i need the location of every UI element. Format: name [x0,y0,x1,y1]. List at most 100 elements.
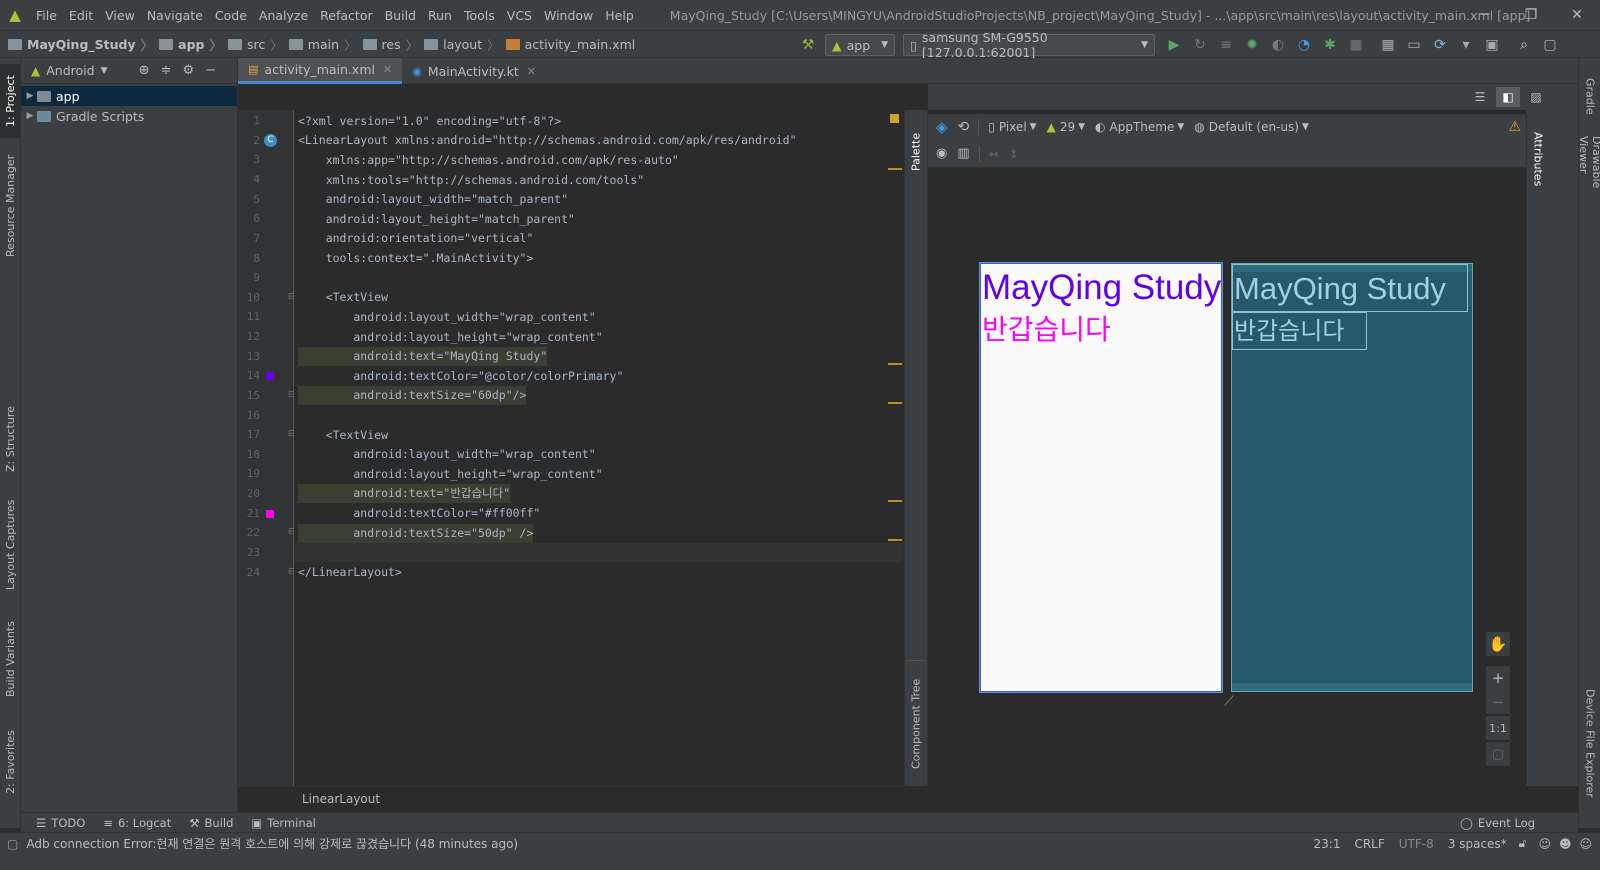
warning-marker[interactable] [888,402,902,404]
code-editor[interactable]: <?xml version="1.0" encoding="utf-8"?> <… [294,110,904,786]
apply-code-changes-icon[interactable]: ≡ [1213,32,1239,58]
warning-marker[interactable] [888,363,902,365]
lock-icon[interactable]: 🔓︎ [1519,836,1527,851]
tool-tab-terminal[interactable]: ▣ Terminal [242,816,324,830]
tool-tab-resource-manager[interactable]: Resource Manager [0,150,21,262]
breadcrumb-file[interactable]: activity_main.xml [503,37,639,52]
split-view-icon[interactable]: ◧ [1496,87,1520,107]
debug-icon[interactable]: ✹ [1239,32,1265,58]
attributes-tab[interactable]: Attributes [1527,124,1549,194]
restore-icon[interactable]: ❐ [1508,0,1554,30]
hide-icon[interactable]: − [205,63,227,78]
device-manager-icon[interactable]: ▢ [1537,32,1563,58]
design-view-icon[interactable]: ▨ [1524,87,1548,107]
tree-item-app[interactable]: ▶ app [21,86,237,106]
tool-tab-structure[interactable]: Z: Structure [0,400,21,478]
close-tab-icon[interactable]: ✕ [383,63,392,76]
event-log-tab[interactable]: ◯ Event Log [1451,816,1544,830]
file-encoding[interactable]: UTF-8 [1399,837,1434,851]
design-surface-icon[interactable]: ◈ [928,118,953,136]
menu-window[interactable]: Window [538,8,599,23]
close-icon[interactable]: ✕ [1554,0,1600,30]
status-message[interactable]: Adb connection Error:현재 연결은 원격 호스트에 의해 강… [26,835,518,852]
menu-edit[interactable]: Edit [63,8,99,23]
device-select[interactable]: ▯ samsung SM-G9550 [127.0.0.1:62001] ▼ [903,30,1155,60]
device-select[interactable]: ▯ Pixel ▼ [983,120,1041,134]
run-icon[interactable]: ▶ [1161,32,1187,58]
run-config-select[interactable]: ▲ app ▼ [825,34,895,56]
warning-marker[interactable] [888,168,902,170]
breadcrumb-src[interactable]: src 〉 [225,35,286,54]
breadcrumb-project[interactable]: MayQing_Study 〉 [0,35,156,54]
breadcrumb-layout[interactable]: layout 〉 [421,35,503,54]
horizontal-constraint-icon[interactable]: ↔ [984,147,1004,161]
zoom-out-icon[interactable]: − [1486,690,1510,714]
design-preview[interactable]: MayQing Study 반갑습니다 [980,263,1222,692]
gear-icon[interactable]: ⚙ [182,63,205,78]
tool-tab-favorites[interactable]: 2: Favorites [0,722,21,802]
expand-arrow-icon[interactable]: ▶ [23,91,37,101]
component-tree-tab[interactable]: Component Tree [905,670,927,778]
tool-tab-layout-captures[interactable]: Layout Captures [0,494,21,596]
search-icon[interactable]: ⌕ [1511,32,1537,58]
vertical-constraint-icon[interactable]: ↕ [1004,147,1024,161]
feedback-icon[interactable]: ☺ [1579,837,1592,851]
preview-textview-greeting[interactable]: 반갑습니다 [981,312,1221,348]
zoom-fit-icon[interactable]: ▢ [1486,742,1510,766]
locale-select[interactable]: ◍ Default (en-us) ▼ [1189,120,1314,134]
menu-analyze[interactable]: Analyze [253,8,314,23]
color-swatch-icon[interactable] [266,372,274,380]
tool-tab-project[interactable]: 1: Project [0,64,21,138]
code-view-icon[interactable]: ☰ [1468,87,1492,107]
locate-icon[interactable]: ⊕ [139,63,161,78]
menu-navigate[interactable]: Navigate [141,8,209,23]
hammer-icon[interactable]: ⚒ [795,32,821,58]
menu-file[interactable]: File [30,8,63,23]
tab-mainactivity-kt[interactable]: ◉ MainActivity.kt ✕ [402,58,546,84]
tool-tab-todo[interactable]: ☰ TODO [27,816,94,830]
blueprint-textview-greeting[interactable]: 반갑습니다 [1232,312,1367,350]
warning-icon[interactable]: ⚠ [1503,119,1526,135]
indent-setting[interactable]: 3 spaces* [1448,837,1507,851]
palette-tab[interactable]: Palette [905,122,927,182]
caret-position[interactable]: 23:1 [1314,837,1341,851]
warning-marker[interactable] [888,500,902,502]
view-options-icon[interactable]: ◉ [928,146,952,161]
profile-icon[interactable]: ◔ [1291,32,1317,58]
tool-tab-logcat[interactable]: ≡ 6: Logcat [94,816,180,830]
stop-icon[interactable]: ■ [1343,32,1369,58]
expand-arrow-icon[interactable]: ▶ [23,111,37,121]
collapse-all-icon[interactable]: ≑ [161,63,183,78]
preview-textview-title[interactable]: MayQing Study [981,264,1221,312]
tool-windows-icon[interactable]: ▢ [7,837,18,851]
attach-debugger-icon[interactable]: ✱ [1317,32,1343,58]
orientation-icon[interactable]: ⟲ [953,119,975,135]
blueprint-textview-title[interactable]: MayQing Study [1232,264,1468,312]
tree-item-gradle-scripts[interactable]: ▶ Gradle Scripts [21,106,237,126]
menu-code[interactable]: Code [209,8,253,23]
close-tab-icon[interactable]: ✕ [527,65,536,78]
theme-select[interactable]: ◐ AppTheme ▼ [1090,120,1189,134]
api-level-select[interactable]: ▲ 29 ▼ [1042,120,1090,134]
warning-marker[interactable] [888,539,902,541]
menu-view[interactable]: View [99,8,141,23]
tool-tab-build-variants[interactable]: Build Variants [0,614,21,704]
line-separator[interactable]: CRLF [1354,837,1384,851]
margins-icon[interactable]: ▥ [952,146,974,161]
project-structure-icon[interactable]: ▦ [1375,32,1401,58]
breadcrumb-res[interactable]: res 〉 [360,35,422,54]
zoom-in-icon[interactable]: + [1486,666,1510,690]
tool-tab-build[interactable]: ⚒ Build [180,816,242,830]
breadcrumb-main[interactable]: main 〉 [286,35,360,54]
tool-tab-drawable-viewer[interactable]: Drawable Viewer [1577,136,1600,226]
hector-icon[interactable]: ☺ [1538,837,1551,851]
menu-help[interactable]: Help [599,8,640,23]
minimize-icon[interactable]: ─ [1462,0,1508,30]
notifications-icon[interactable]: ☻ [1559,837,1572,851]
tab-activity-main-xml[interactable]: ▤ activity_main.xml ✕ [238,58,403,84]
chevron-down-icon[interactable]: ▼ [101,66,108,76]
color-swatch-icon[interactable] [266,510,274,518]
apply-changes-icon[interactable]: ↻ [1187,32,1213,58]
inspection-status-icon[interactable] [890,114,899,123]
resize-handle-icon[interactable]: ⟋ [1224,694,1234,710]
